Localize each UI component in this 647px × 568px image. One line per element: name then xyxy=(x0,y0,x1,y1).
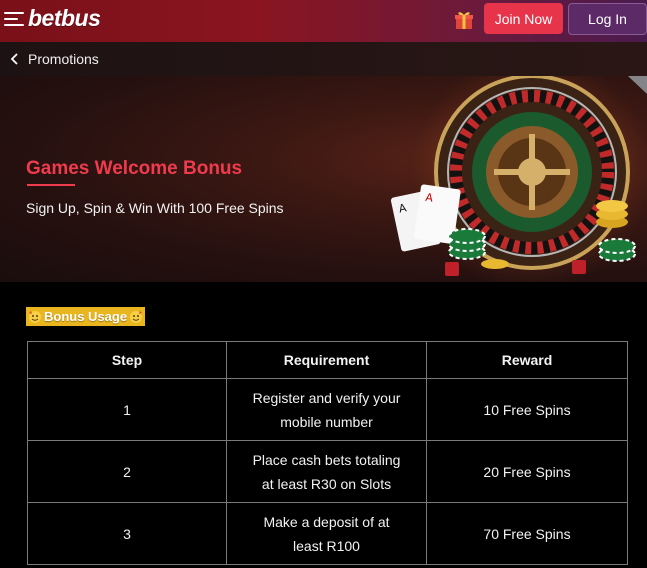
column-header-reward: Reward xyxy=(426,341,628,379)
step-cell: 2 xyxy=(27,440,227,503)
step-cell: 3 xyxy=(27,502,227,565)
table-row: 2 Place cash bets totaling at least R30 … xyxy=(27,440,628,503)
title-underline xyxy=(27,184,75,186)
table-row: 3 Make a deposit of at least R100 70 Fre… xyxy=(27,502,628,565)
banner-title: Games Welcome Bonus xyxy=(26,158,243,179)
top-header: betbus Join Now Log In xyxy=(0,0,647,42)
step-cell: 1 xyxy=(27,378,227,441)
reward-cell: 70 Free Spins xyxy=(426,502,628,565)
bonus-usage-badge: Bonus Usage xyxy=(26,307,146,326)
chevron-left-icon[interactable] xyxy=(10,53,20,65)
reward-cell: 10 Free Spins xyxy=(426,378,628,441)
requirement-cell: Make a deposit of at least R100 xyxy=(226,502,427,565)
betbus-logo[interactable]: betbus xyxy=(28,5,101,32)
bonus-steps-table: Step Requirement Reward 1 Register and v… xyxy=(27,341,628,565)
bonus-usage-label: Bonus Usage xyxy=(44,309,128,324)
roulette-casino-illustration: A A xyxy=(390,76,647,282)
gift-icon[interactable] xyxy=(453,9,475,31)
join-now-button[interactable]: Join Now xyxy=(484,3,563,34)
breadcrumb-promotions-link[interactable]: Promotions xyxy=(28,51,99,67)
log-in-button[interactable]: Log In xyxy=(568,3,647,35)
column-header-step: Step xyxy=(27,341,227,379)
hamburger-menu-icon[interactable] xyxy=(4,12,24,28)
party-face-icon xyxy=(29,310,41,323)
table-header-row: Step Requirement Reward xyxy=(27,341,628,379)
breadcrumb: Promotions xyxy=(0,42,647,76)
requirement-cell: Register and verify your mobile number xyxy=(226,378,427,441)
table-row: 1 Register and verify your mobile number… xyxy=(27,378,628,441)
banner-subtitle: Sign Up, Spin & Win With 100 Free Spins xyxy=(26,200,284,216)
requirement-cell: Place cash bets totaling at least R30 on… xyxy=(226,440,427,503)
promo-banner: A A Games Welcome Bonus Sign Up, Spin & … xyxy=(0,76,647,282)
column-header-requirement: Requirement xyxy=(226,341,427,379)
reward-cell: 20 Free Spins xyxy=(426,440,628,503)
party-face-icon xyxy=(130,310,143,323)
